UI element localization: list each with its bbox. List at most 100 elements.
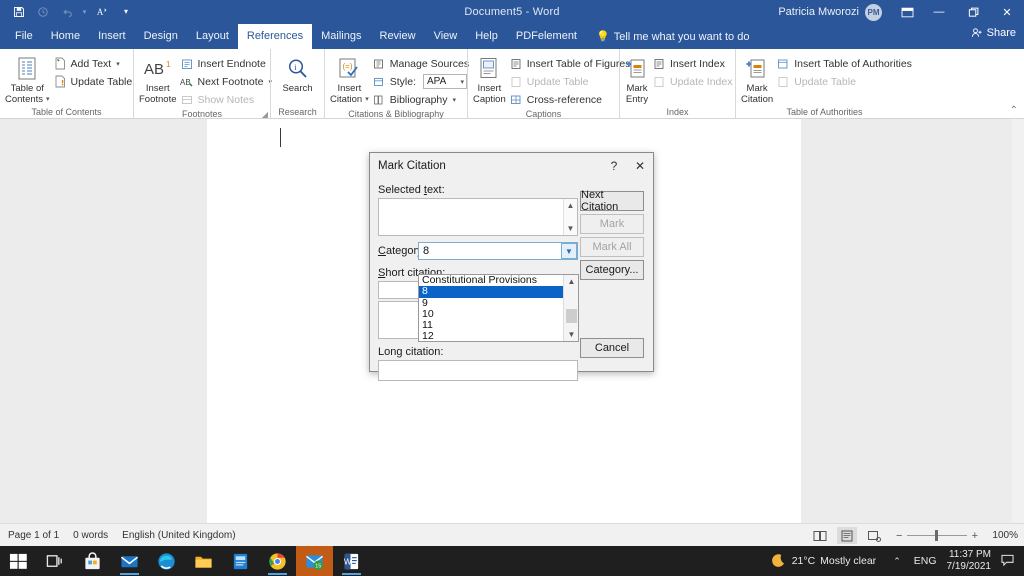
- next-citation-button[interactable]: Next Citation: [580, 191, 644, 211]
- next-footnote-button[interactable]: AB Next Footnote ▾: [177, 73, 275, 90]
- minimize-button[interactable]: —: [922, 0, 956, 24]
- list-item[interactable]: 11: [419, 320, 563, 331]
- tab-references[interactable]: References: [238, 24, 312, 49]
- svg-text:AB: AB: [180, 78, 191, 87]
- tab-pdfelement[interactable]: PDFelement: [507, 24, 586, 49]
- tab-insert[interactable]: Insert: [89, 24, 135, 49]
- insert-table-of-figures-button[interactable]: Insert Table of Figures: [506, 55, 634, 72]
- chevron-down-icon[interactable]: ▼: [561, 243, 577, 259]
- zoom-out-button[interactable]: −: [891, 530, 907, 542]
- tab-design[interactable]: Design: [135, 24, 187, 49]
- insert-endnote-button[interactable]: Insert Endnote: [177, 55, 275, 72]
- long-citation-input[interactable]: [378, 360, 578, 381]
- tab-mailings[interactable]: Mailings: [312, 24, 370, 49]
- category-combobox[interactable]: 8 ▼: [418, 242, 578, 260]
- zoom-in-button[interactable]: +: [967, 530, 983, 542]
- zoom-level[interactable]: 100%: [990, 530, 1018, 541]
- update-table-toc-button[interactable]: Update Table: [50, 73, 136, 90]
- selected-text-input[interactable]: ▲ ▼: [378, 198, 578, 236]
- microsoft-edge-icon[interactable]: [148, 546, 185, 576]
- share-button[interactable]: Share: [971, 27, 1016, 39]
- tab-view[interactable]: View: [425, 24, 467, 49]
- notification-center-icon[interactable]: [999, 554, 1024, 569]
- show-hidden-icons-button[interactable]: ⌃: [886, 556, 908, 567]
- microsoft-word-icon[interactable]: W: [333, 546, 370, 576]
- restore-button[interactable]: [956, 0, 990, 24]
- dialog-help-button[interactable]: ?: [601, 153, 627, 178]
- scrollbar-thumb[interactable]: [566, 309, 577, 323]
- cross-reference-button[interactable]: Cross-reference: [506, 91, 634, 108]
- tell-me-search[interactable]: 💡 Tell me what you want to do: [586, 24, 749, 49]
- category-dropdown-list[interactable]: Constitutional Provisions 8 9 10 11 12 ▲…: [418, 274, 579, 342]
- mark-citation-button[interactable]: Mark Citation: [741, 53, 773, 105]
- table-of-contents-button[interactable]: Table of Contents ▾: [5, 53, 50, 105]
- collapse-ribbon-icon[interactable]: ⌃: [1010, 105, 1018, 116]
- insert-caption-button[interactable]: Insert Caption: [473, 53, 506, 105]
- selected-text-scrollbar[interactable]: ▲ ▼: [563, 199, 577, 235]
- task-view-button[interactable]: [37, 546, 74, 576]
- tab-help[interactable]: Help: [466, 24, 507, 49]
- citations-commands: Manage Sources Style: APA ▾: [369, 53, 472, 108]
- manage-sources-icon: [372, 57, 386, 71]
- tab-file[interactable]: File: [6, 24, 42, 49]
- mail-icon[interactable]: [111, 546, 148, 576]
- list-item[interactable]: 12: [419, 331, 563, 342]
- chevron-up-icon[interactable]: ▲: [567, 199, 575, 212]
- word-count[interactable]: 0 words: [73, 530, 108, 541]
- style-selector[interactable]: Style: APA ▾: [369, 73, 472, 90]
- list-item[interactable]: 8: [419, 286, 563, 297]
- chevron-down-icon[interactable]: ▼: [567, 222, 575, 235]
- bibliography-button[interactable]: Bibliography ▾: [369, 91, 472, 108]
- add-text-button[interactable]: Add Text ▾: [50, 55, 136, 72]
- tab-home[interactable]: Home: [42, 24, 89, 49]
- tab-review[interactable]: Review: [371, 24, 425, 49]
- zoom-track[interactable]: [907, 535, 966, 536]
- mark-entry-button[interactable]: Mark Entry: [625, 53, 649, 105]
- google-chrome-icon[interactable]: [259, 546, 296, 576]
- language-indicator[interactable]: ENG: [908, 555, 943, 567]
- ribbon-group-research: i Search Research: [270, 49, 324, 119]
- insert-table-of-authorities-button[interactable]: Insert Table of Authorities: [773, 55, 915, 72]
- tab-layout[interactable]: Layout: [187, 24, 238, 49]
- language-indicator[interactable]: English (United Kingdom): [122, 530, 235, 541]
- bibliography-label: Bibliography: [390, 94, 448, 106]
- start-button[interactable]: [0, 546, 37, 576]
- chevron-up-icon[interactable]: ▲: [564, 275, 579, 288]
- add-text-icon: [53, 57, 67, 71]
- insert-index-button[interactable]: Insert Index: [649, 55, 735, 72]
- zoom-slider[interactable]: − +: [891, 530, 983, 542]
- weather-widget[interactable]: 21°C Mostly clear: [769, 552, 886, 570]
- web-layout-icon[interactable]: [864, 527, 884, 544]
- chevron-down-icon[interactable]: ▼: [564, 328, 579, 341]
- cancel-button[interactable]: Cancel: [580, 338, 644, 358]
- footnotes-dialog-launcher-icon[interactable]: ◢: [262, 110, 268, 119]
- close-button[interactable]: ✕: [990, 0, 1024, 24]
- vertical-scrollbar[interactable]: [1012, 119, 1024, 523]
- insert-index-label: Insert Index: [670, 58, 725, 70]
- ribbon-display-options-icon[interactable]: [892, 0, 922, 24]
- read-mode-icon[interactable]: [810, 527, 830, 544]
- chevron-down-icon: ▾: [453, 96, 457, 104]
- category-button[interactable]: Category...: [580, 260, 644, 280]
- microsoft-store-icon[interactable]: [74, 546, 111, 576]
- style-combo[interactable]: APA ▾: [423, 74, 467, 89]
- avatar[interactable]: PM: [865, 4, 882, 21]
- search-button[interactable]: i Search: [276, 53, 319, 94]
- clock[interactable]: 11:37 PM 7/19/2021: [943, 549, 1000, 573]
- category-dropdown-items: Constitutional Provisions 8 9 10 11 12: [419, 275, 563, 341]
- list-item[interactable]: Constitutional Provisions: [419, 275, 563, 286]
- chevron-down-icon: ▾: [116, 60, 120, 68]
- manage-sources-button[interactable]: Manage Sources: [369, 55, 472, 72]
- insert-footnote-button[interactable]: AB1 Insert Footnote: [139, 53, 177, 105]
- zoom-thumb[interactable]: [935, 530, 938, 541]
- file-explorer-icon[interactable]: [185, 546, 222, 576]
- list-item[interactable]: 9: [419, 298, 563, 309]
- ebook-app-icon[interactable]: [222, 546, 259, 576]
- list-item[interactable]: 10: [419, 309, 563, 320]
- dialog-close-button[interactable]: ✕: [627, 153, 653, 178]
- print-layout-icon[interactable]: [837, 527, 857, 544]
- calendar-app-icon[interactable]: 15: [296, 546, 333, 576]
- insert-citation-button[interactable]: (=) Insert Citation ▾: [330, 53, 369, 105]
- dropdown-scrollbar[interactable]: ▲ ▼: [563, 275, 578, 341]
- page-indicator[interactable]: Page 1 of 1: [8, 530, 59, 541]
